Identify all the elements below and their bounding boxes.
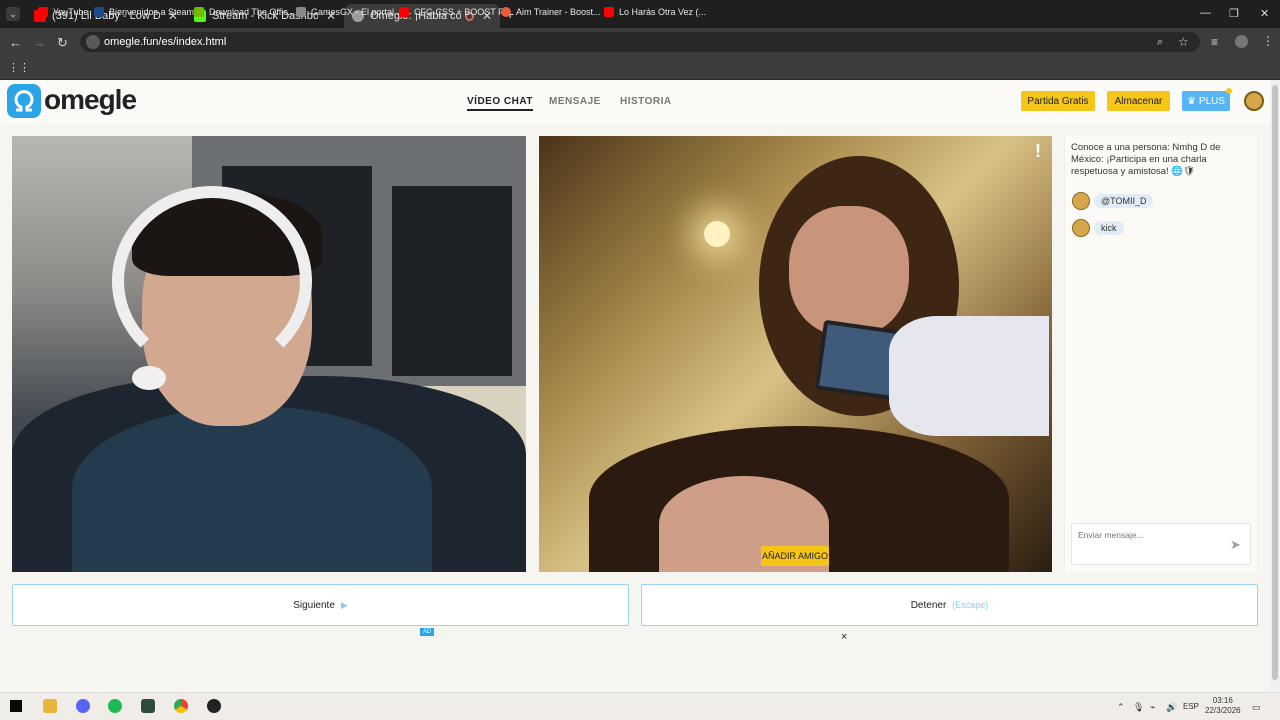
zoom-icon[interactable]: ⌕ bbox=[1157, 36, 1163, 49]
shirt bbox=[889, 316, 1049, 436]
site-info-icon[interactable] bbox=[86, 35, 100, 49]
windows-start-icon[interactable] bbox=[10, 700, 22, 712]
chat-intro-text: Conoce a una persona: Nmhg D de México: … bbox=[1071, 142, 1221, 177]
message-bubble: kick bbox=[1094, 221, 1124, 235]
obs-icon[interactable] bbox=[207, 699, 221, 713]
discord-icon[interactable] bbox=[76, 699, 90, 713]
user-avatar[interactable] bbox=[1244, 91, 1264, 111]
notification-dot bbox=[1226, 88, 1232, 94]
report-icon[interactable]: ! bbox=[1032, 141, 1044, 161]
bookmark-label: GamesGX - El portal... bbox=[311, 7, 402, 17]
bookmark-label: Aim Trainer - Boost... bbox=[516, 7, 601, 17]
close-icon[interactable]: × bbox=[841, 631, 847, 643]
crown-icon: ♛ bbox=[1186, 95, 1196, 107]
free-match-button[interactable]: Partida Gratis bbox=[1021, 91, 1095, 111]
scrollbar-thumb[interactable] bbox=[1272, 85, 1278, 680]
chat-message: kick bbox=[1072, 219, 1124, 237]
chrome-icon[interactable] bbox=[174, 699, 188, 713]
bookmark-label: Bienvenidos a Steam bbox=[109, 7, 195, 17]
bookmark-nvidia[interactable]: Download The Offic... bbox=[194, 4, 295, 20]
bookmark-aim-trainer[interactable]: Aim Trainer - Boost... bbox=[501, 4, 601, 20]
tab-search-icon[interactable]: ⌄ bbox=[6, 7, 20, 21]
gamesgx-icon bbox=[296, 7, 306, 17]
next-label: Siguiente bbox=[293, 599, 335, 611]
clock-time: 03:16 bbox=[1212, 696, 1233, 705]
bookmark-steam[interactable]: Bienvenidos a Steam bbox=[94, 4, 194, 20]
file-explorer-icon[interactable] bbox=[43, 699, 57, 713]
send-icon[interactable]: ➤ bbox=[1230, 537, 1244, 552]
forward-icon[interactable]: → bbox=[33, 35, 46, 50]
tray-chevron-icon[interactable]: ⌃ bbox=[1117, 702, 1125, 713]
window-pane bbox=[392, 186, 512, 376]
clock[interactable]: 03:16 22/3/2026 bbox=[1205, 696, 1241, 716]
url-text: omegle.fun/es/index.html bbox=[104, 36, 227, 48]
network-icon[interactable]: ⌁ bbox=[1150, 702, 1155, 713]
message-input[interactable] bbox=[1078, 530, 1228, 540]
minimize-button[interactable]: — bbox=[1200, 7, 1211, 19]
youtube-icon bbox=[399, 7, 409, 17]
avatar bbox=[1072, 219, 1090, 237]
chat-message: @TOMII_D bbox=[1072, 192, 1154, 210]
nav-message[interactable]: MENSAJE bbox=[549, 96, 601, 107]
nav-video-chat[interactable]: VÍDEO CHAT bbox=[467, 96, 533, 111]
play-icon: ▶ bbox=[340, 599, 348, 610]
bookmark-star-icon[interactable]: ☆ bbox=[1178, 35, 1189, 49]
spotify-icon[interactable] bbox=[108, 699, 122, 713]
menu-icon[interactable]: ⋮ bbox=[1262, 34, 1274, 48]
windows-taskbar bbox=[0, 692, 1280, 720]
plus-label: PLUS bbox=[1198, 95, 1226, 107]
store-button[interactable]: Almacenar bbox=[1107, 91, 1170, 111]
back-icon[interactable]: ← bbox=[9, 35, 22, 50]
bookmark-label: YouTube bbox=[53, 7, 89, 17]
bookmark-gamesgx[interactable]: GamesGX - El portal... bbox=[296, 4, 402, 20]
bookmark-label: CFG CSS + BOOST F... bbox=[414, 7, 511, 17]
plus-button[interactable]: ♛ PLUS bbox=[1182, 91, 1230, 111]
omegle-logo-icon[interactable] bbox=[7, 84, 41, 118]
chat-input-box[interactable] bbox=[1071, 523, 1251, 565]
ad-badge: AD bbox=[420, 628, 434, 636]
next-button[interactable]: Siguiente ▶ bbox=[12, 584, 629, 626]
bookmark-youtube[interactable]: YouTube bbox=[38, 4, 88, 20]
bookmark-label: Download The Offic... bbox=[209, 7, 296, 17]
person-face bbox=[789, 206, 909, 336]
add-friend-button[interactable]: AÑADIR AMIGO bbox=[761, 546, 829, 566]
bookmark-lo-haras[interactable]: Lo Harás Otra Vez (... bbox=[604, 4, 706, 20]
apps-icon[interactable]: ⋮⋮ bbox=[8, 61, 30, 74]
person-body bbox=[72, 406, 432, 572]
profile-icon[interactable] bbox=[1235, 35, 1248, 48]
aim-trainer-icon bbox=[501, 7, 511, 17]
restore-button[interactable]: ❐ bbox=[1229, 7, 1239, 20]
bookmark-cfg[interactable]: CFG CSS + BOOST F... bbox=[399, 4, 510, 20]
bookmarks-bar bbox=[0, 56, 1280, 80]
site-logo-text[interactable]: omegle bbox=[44, 84, 137, 116]
language-indicator[interactable]: ESP bbox=[1183, 702, 1199, 711]
clock-date: 22/3/2026 bbox=[1205, 706, 1241, 715]
message-bubble: @TOMII_D bbox=[1094, 194, 1154, 208]
reload-icon[interactable]: ↻ bbox=[57, 35, 68, 51]
nvidia-icon bbox=[194, 7, 204, 17]
local-video bbox=[12, 136, 526, 572]
headset bbox=[112, 186, 312, 376]
stranger-video bbox=[539, 136, 1052, 572]
avatar bbox=[1072, 192, 1090, 210]
lamp-light bbox=[704, 221, 730, 247]
stop-hint: (Escape) bbox=[952, 600, 989, 610]
youtube-icon bbox=[604, 7, 614, 17]
notification-icon[interactable]: ▭ bbox=[1252, 702, 1261, 713]
bookmark-label: Lo Harás Otra Vez (... bbox=[619, 7, 707, 17]
stop-label: Detener bbox=[910, 599, 947, 611]
volume-icon[interactable]: 🔊 bbox=[1166, 702, 1177, 713]
terminal-icon[interactable] bbox=[141, 699, 155, 713]
headset-mic bbox=[132, 366, 166, 390]
stop-button[interactable]: Detener (Escape) bbox=[641, 584, 1258, 626]
nav-history[interactable]: HISTORIA bbox=[620, 96, 672, 107]
microphone-icon[interactable]: 🎙 bbox=[1133, 702, 1144, 713]
media-control-icon[interactable]: ≡ bbox=[1211, 35, 1218, 49]
close-window-button[interactable]: ✕ bbox=[1260, 7, 1269, 20]
address-bar[interactable]: omegle.fun/es/index.html bbox=[80, 32, 1200, 52]
youtube-icon bbox=[38, 7, 48, 17]
steam-icon bbox=[94, 7, 104, 17]
